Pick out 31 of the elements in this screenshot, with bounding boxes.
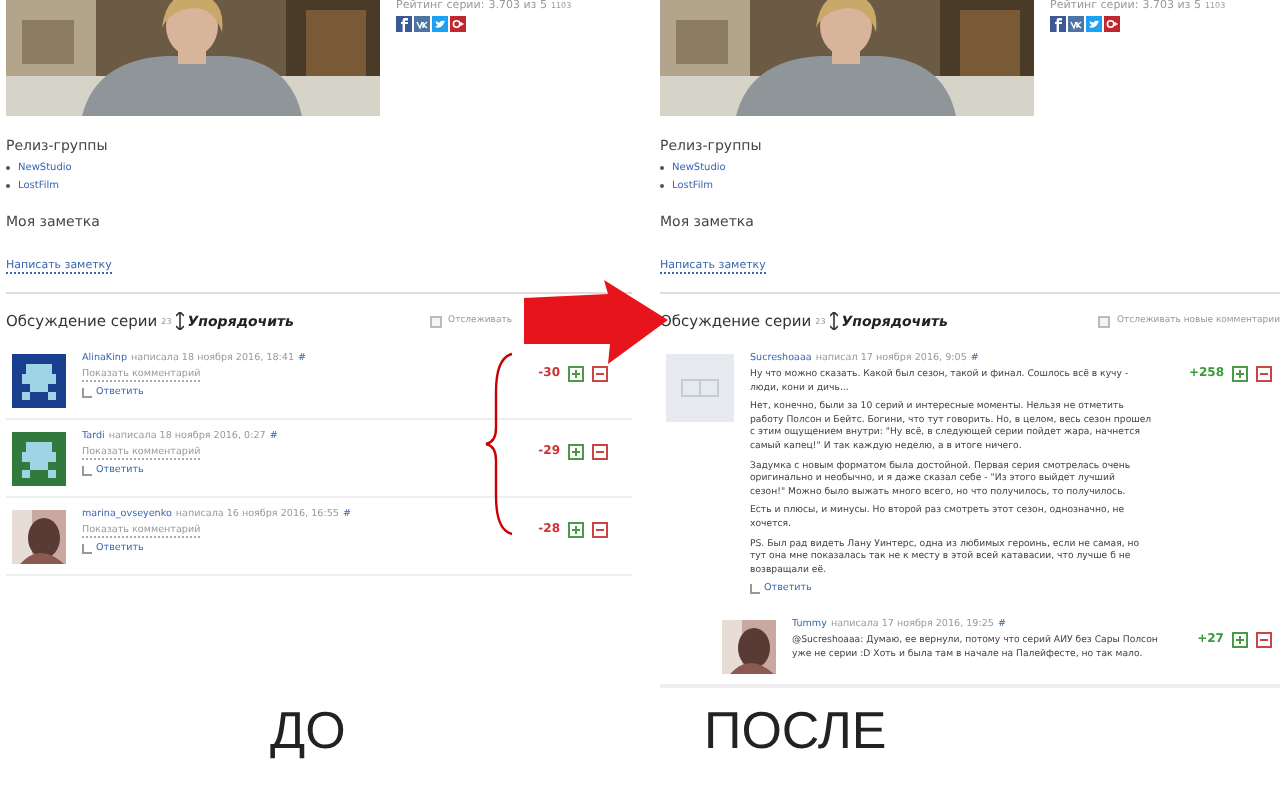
- facebook-icon[interactable]: [396, 16, 412, 32]
- minus-icon[interactable]: [592, 366, 608, 382]
- twitter-icon[interactable]: [432, 16, 448, 32]
- avatar-drawing: [12, 354, 66, 408]
- plus-icon[interactable]: [1232, 632, 1248, 649]
- vk-icon[interactable]: [414, 16, 430, 32]
- follow-checkbox[interactable]: [430, 315, 443, 327]
- minus-icon[interactable]: [1256, 366, 1272, 382]
- reply-icon: [82, 388, 92, 398]
- caption-label: ПОСЛЕ: [702, 700, 889, 763]
- caption-label: ДО: [268, 700, 348, 763]
- avatar-placeholder-icon: [666, 354, 734, 422]
- plus-icon[interactable]: [568, 444, 584, 460]
- plus-icon[interactable]: [568, 366, 584, 382]
- twitter-icon[interactable]: [1086, 16, 1102, 32]
- minus-icon[interactable]: [1256, 632, 1272, 649]
- google-plus-icon[interactable]: [450, 16, 466, 32]
- follow-checkbox[interactable]: [1098, 315, 1111, 327]
- minus-icon[interactable]: [592, 522, 608, 538]
- plus-icon[interactable]: [1232, 366, 1248, 382]
- plus-icon[interactable]: [568, 522, 584, 538]
- reply-icon: [750, 584, 760, 595]
- reply-icon: [82, 466, 92, 476]
- sort-icon: [829, 312, 838, 330]
- facebook-icon[interactable]: [1050, 16, 1066, 32]
- vk-icon[interactable]: [1068, 16, 1084, 32]
- sort-icon: [175, 312, 184, 330]
- avatar-drawing: [12, 432, 66, 486]
- google-plus-icon[interactable]: [1104, 16, 1120, 32]
- reply-icon: [82, 544, 92, 554]
- minus-icon[interactable]: [592, 444, 608, 460]
